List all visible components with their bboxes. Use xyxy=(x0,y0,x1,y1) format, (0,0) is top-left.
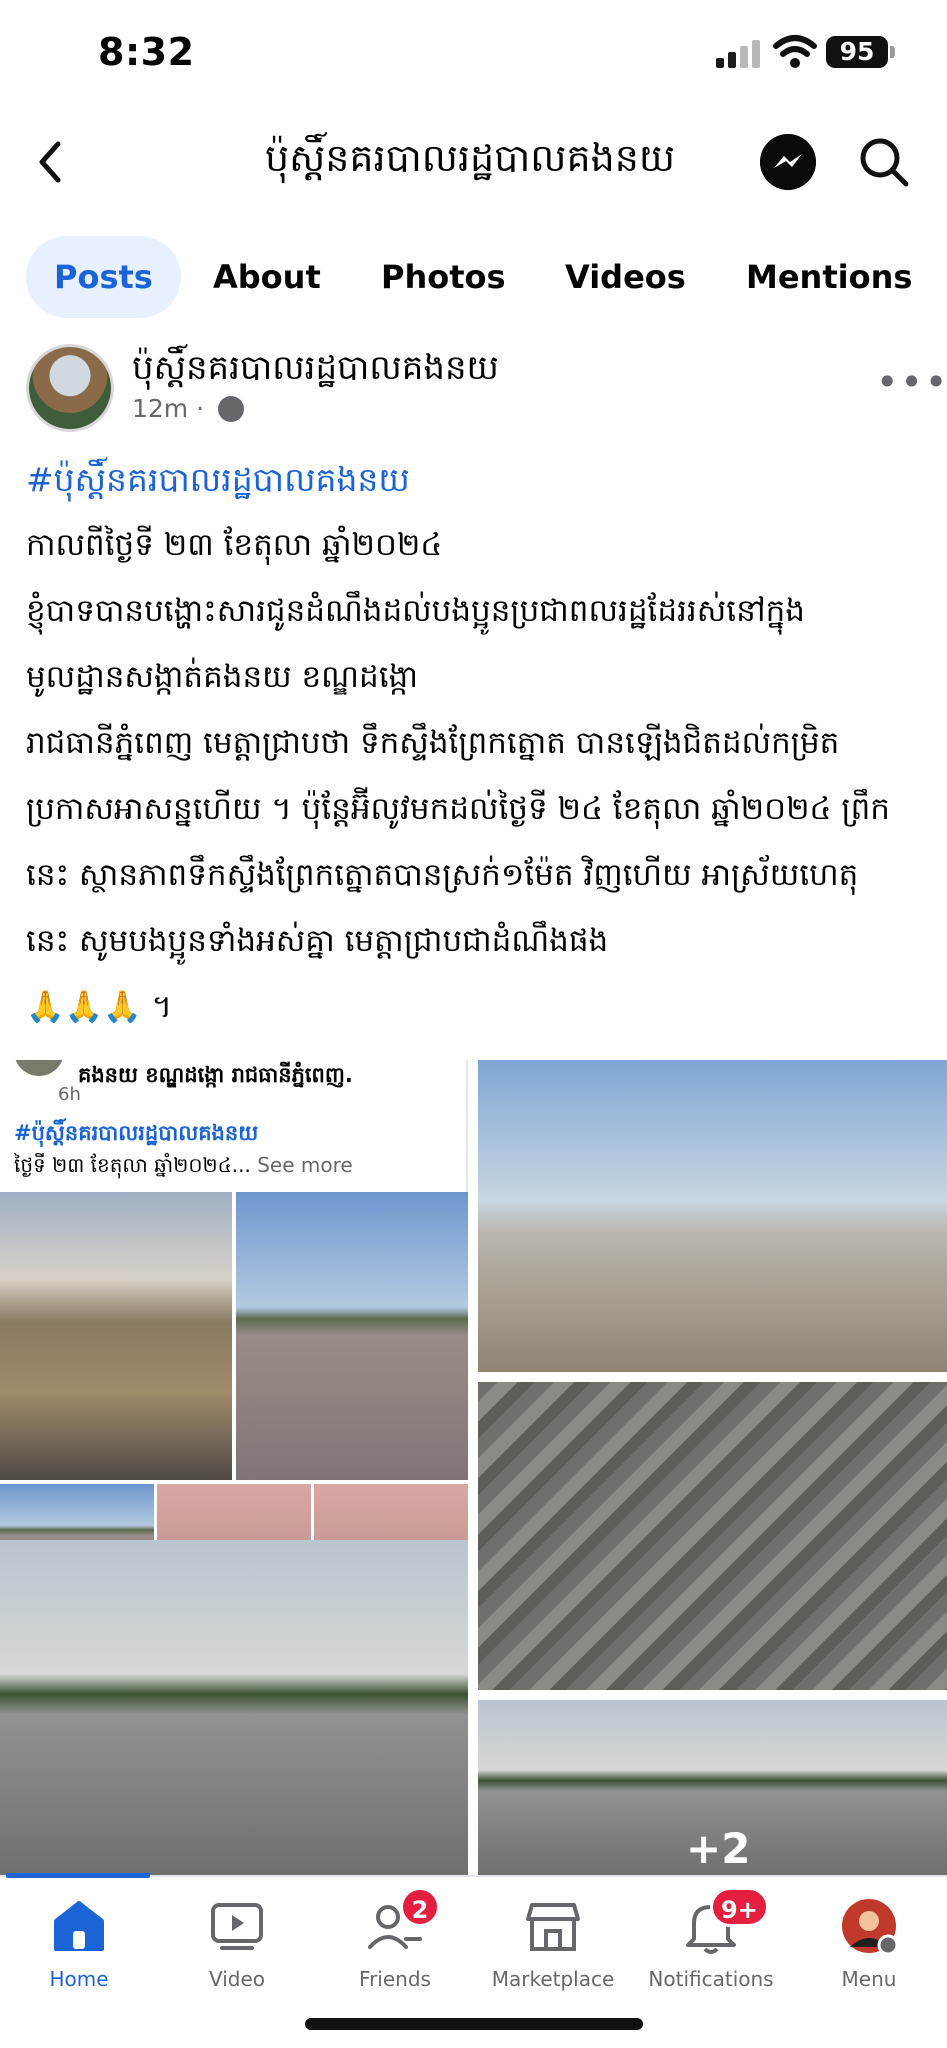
embedded-hashtag: #ប៉ុស្តិ៍នគរបាលរដ្ឋបាលគងនយ xyxy=(14,1121,259,1145)
post-line: នេះ សូមបងប្អូនទាំងអស់គ្នា មេត្តាជ្រាបជាដ… xyxy=(26,923,609,959)
friends-badge: 2 xyxy=(400,1887,440,1927)
tab-photos[interactable]: Photos xyxy=(381,236,506,318)
cellular-signal-icon xyxy=(716,38,760,68)
nav-notifications-label: Notifications xyxy=(648,1967,774,1991)
notifications-badge: 9+ xyxy=(710,1887,769,1927)
status-time: 8:32 xyxy=(98,30,195,74)
status-bar: 8:32 95 xyxy=(0,0,947,100)
post-line: កាលពីថ្ងៃទី ២៣ ខែតុលា ឆ្នាំ២០២៤ xyxy=(26,527,443,563)
tab-about[interactable]: About xyxy=(213,236,321,318)
page-header: ប៉ុស្តិ៍នគរបាលរដ្ឋបាលគងនយ xyxy=(0,112,947,212)
embedded-excerpt: ថ្ងៃទី ២៣ ខែតុលា ឆ្នាំ២០២៤... See more xyxy=(14,1152,353,1182)
globe-icon xyxy=(218,396,245,422)
nav-menu-label: Menu xyxy=(841,1967,897,1991)
river-photo[interactable] xyxy=(0,1540,468,1875)
active-tab-indicator xyxy=(6,1873,150,1878)
more-options-icon[interactable]: ••• xyxy=(876,360,947,404)
post-photo-grid: គងនយ ខណ្ឌដង្កោ រាជធានីភ្នំពេញ. 6h #ប៉ុស្… xyxy=(0,1060,947,1875)
wifi-icon xyxy=(773,35,817,68)
nav-friends[interactable]: 2 Friends xyxy=(316,1887,474,1997)
messenger-icon[interactable] xyxy=(760,134,816,190)
post-line: នេះ ស្ថានភាពទឹកស្ទឹងព្រែកត្នោតបានស្រក់១ម… xyxy=(26,857,859,893)
nav-video[interactable]: Video xyxy=(158,1887,316,1997)
profile-avatar xyxy=(842,1899,898,1955)
post-line: ប្រកាសអាសន្នហើយ ។ ប៉ុន្តែអ៊ីលូវមកដល់ថ្ងៃ… xyxy=(26,791,890,827)
embedded-location: គងនយ ខណ្ឌដង្កោ រាជធានីភ្នំពេញ. xyxy=(78,1063,353,1087)
page-avatar[interactable] xyxy=(26,344,114,432)
nav-menu[interactable]: Menu xyxy=(790,1887,947,1997)
post-line: 🙏🙏🙏 ។ xyxy=(26,989,173,1025)
home-indicator xyxy=(305,2018,643,2030)
video-icon xyxy=(211,1903,263,1950)
nav-video-label: Video xyxy=(208,1967,266,1991)
search-icon[interactable] xyxy=(856,134,912,190)
tab-mentions[interactable]: Mentions xyxy=(746,236,912,318)
nav-marketplace-label: Marketplace xyxy=(491,1967,615,1991)
home-icon xyxy=(54,1901,104,1951)
post-time[interactable]: 12m xyxy=(132,394,188,423)
page-title: ប៉ុស្តិ៍នគរបាលរដ្ឋបាលគងនយ xyxy=(264,136,676,180)
battery-tip xyxy=(890,46,895,58)
embedded-avatar xyxy=(14,1060,64,1076)
see-more-link: See more xyxy=(257,1153,353,1177)
flood-photo[interactable] xyxy=(0,1192,232,1480)
nav-home-label: Home xyxy=(49,1967,109,1991)
post-line: មូលដ្ឋានសង្កាត់គងនយ ខណ្ឌដង្កោ xyxy=(26,659,419,695)
embedded-time: 6h xyxy=(58,1084,81,1105)
nav-marketplace[interactable]: Marketplace xyxy=(474,1887,632,1997)
post-text: #ប៉ុស្តិ៍នគរបាលរដ្ឋបាលគងនយ កាលពីថ្ងៃទី ២… xyxy=(26,448,926,1040)
river-photo[interactable] xyxy=(478,1060,947,1372)
tab-posts[interactable]: Posts xyxy=(26,236,181,318)
embedded-excerpt-text: ថ្ងៃទី ២៣ ខែតុលា ឆ្នាំ២០២៤... xyxy=(14,1153,251,1177)
nav-home[interactable]: Home xyxy=(0,1887,158,1997)
post-line: រាជធានីភ្នំពេញ មេត្តាជ្រាបថា ទឹកស្ទឹងព្រ… xyxy=(26,725,840,761)
profile-tabs: Posts About Photos Videos Mentions xyxy=(0,236,947,318)
post-line: ខ្ញុំបាទបានបង្ហោះសារជូនដំណឹងដល់បងប្អូនប្… xyxy=(26,593,805,629)
meta-separator: · xyxy=(196,394,213,423)
nav-notifications[interactable]: 9+ Notifications xyxy=(632,1887,790,1997)
riverbank-photo[interactable] xyxy=(478,1382,947,1690)
marketplace-icon xyxy=(526,1903,580,1951)
embedded-post-header[interactable]: គងនយ ខណ្ឌដង្កោ រាជធានីភ្នំពេញ. 6h #ប៉ុស្… xyxy=(0,1060,468,1192)
river-photo[interactable] xyxy=(236,1192,468,1480)
back-arrow-icon[interactable] xyxy=(30,132,74,192)
battery-icon: 95 xyxy=(826,36,888,68)
more-photos-count[interactable]: +2 xyxy=(686,1824,750,1873)
post-header: ប៉ុស្តិ៍នគរបាលរដ្ឋបាលគងនយ 12m · ••• xyxy=(0,340,947,440)
post-author[interactable]: ប៉ុស្តិ៍នគរបាលរដ្ឋបាលគងនយ xyxy=(132,346,499,396)
post-meta: 12m · xyxy=(132,394,245,423)
nav-friends-label: Friends xyxy=(359,1967,431,1991)
facebook-page: 8:32 95 ប៉ុស្តិ៍នគរបាលរដ្ឋបាលគងនយ Posts … xyxy=(0,0,947,2048)
post-hashtag[interactable]: #ប៉ុស្តិ៍នគរបាលរដ្ឋបាលគងនយ xyxy=(26,448,926,512)
tab-videos[interactable]: Videos xyxy=(565,236,686,318)
